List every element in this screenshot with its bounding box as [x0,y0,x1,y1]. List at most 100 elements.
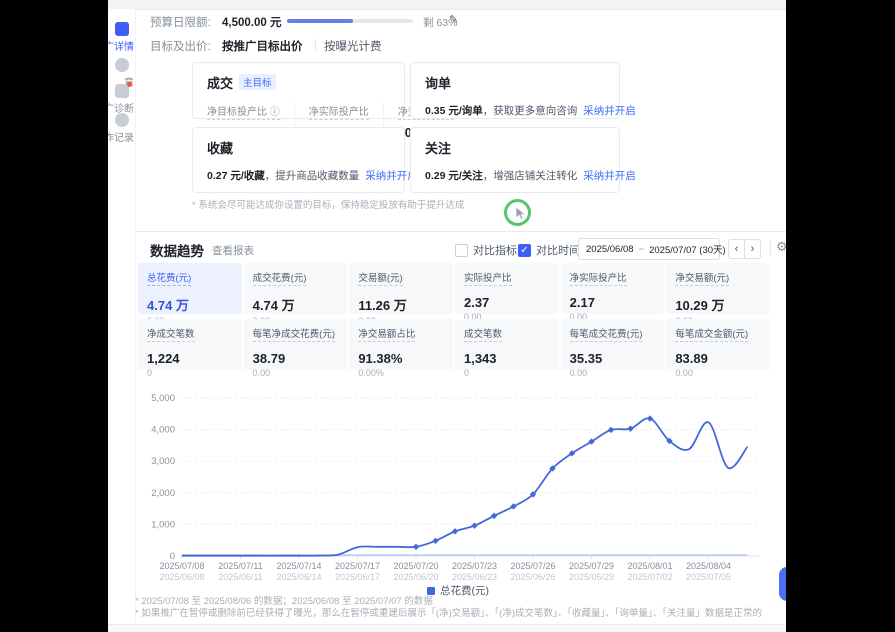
compare-time-label: 对比时间 [536,242,580,258]
floating-side-button[interactable] [779,567,786,601]
data-point-marker [413,544,419,550]
data-point-marker [432,538,438,544]
x-tick-label-primary: 2025/07/17 [335,561,380,571]
checkbox-icon [455,244,468,257]
metric-card-wrap: 每笔成交金额(元) [675,326,761,347]
metric-card[interactable]: 成交花费(元)4.74 万0.00 [244,263,348,314]
metric-card-wrap: 实际投产比 [464,270,550,291]
x-tick-label-primary: 2025/07/26 [510,561,555,571]
x-tick-label-compare: 2025/07/02 [627,572,672,582]
goal-price: 0.35 元/询单 [425,105,483,117]
metric-compare-value: 0.00% [358,368,444,378]
tab-bid-by-impression[interactable]: 按曝光计费 [324,38,382,54]
metric-label[interactable]: 每笔成交花费(元) [570,326,643,342]
date-range-picker[interactable]: 2025/06/08 ~ 2025/07/07 (30天) [578,238,720,260]
metric-card[interactable]: 交易额(元)11.26 万0.00 [349,263,453,314]
metric-label[interactable]: 实际投产比 [464,270,512,286]
metric-value: 91.38% [358,351,444,366]
metric-compare-value: 0.00 [570,368,656,378]
sidebar-item[interactable]: 广诊断 [108,84,135,115]
metric-label[interactable]: 成交花费(元) [253,270,307,286]
settings-gear-icon[interactable]: ⚙ [776,239,786,255]
metric-label[interactable]: 总花费(元) [147,270,191,286]
metric-value: 1,224 [147,351,233,366]
top-toolbar-strip [108,0,786,10]
compare-time-checkbox[interactable]: ✓ 对比时间 [518,242,580,258]
metric-card[interactable]: 净交易额占比91.38%0.00% [349,319,453,370]
x-tick-label-primary: 2025/08/01 [627,561,672,571]
metric-card[interactable]: 净实际投产比2.170.00 [561,263,665,314]
metric-card[interactable]: 净成交笔数1,2240 [138,319,242,370]
metric-label[interactable]: 净交易额占比 [358,326,415,342]
trend-title: 数据趋势 [150,240,204,260]
date-separator: ~ [639,244,645,255]
goal-card-desc: 0.29 元/关注，增强店铺关注转化采纳并开启 [425,168,605,183]
metric-card[interactable]: 每笔净成交花费(元)38.790.00 [244,319,348,370]
x-tick-label-primary: 2025/07/29 [569,561,614,571]
metric-label[interactable]: 每笔净成交花费(元) [253,326,335,342]
goal-card-desc: 0.27 元/收藏，提升商品收藏数量采纳并开启 [207,168,390,183]
metric-card[interactable]: 总花费(元)4.74 万0.00 [138,263,242,314]
metric-label[interactable]: 净交易额(元) [675,270,729,286]
adopt-and-enable-link[interactable]: 采纳并开启 [583,170,636,182]
metric-card[interactable]: 成交笔数1,3430 [455,319,559,370]
bidding-label: 目标及出价: [150,38,211,54]
goal-card-title: 收藏 [207,138,233,157]
footnote-2: * 如果推广在暂停或删除前已经获得了曝光，那么在暂停或重建后展示「(净)交易额」… [135,605,762,619]
sidebar-item[interactable]: 广详情 [108,22,135,53]
daily-budget-label: 预算日限额: [150,14,211,30]
metric-value: 2.37 [464,295,550,310]
campaign-detail-panel: 广详情意广诊断作记录 预算日限额: 4,500.00 元 剩 63% ✎ 目标及… [108,0,786,632]
checkbox-icon: ✓ [518,244,531,257]
metric-card[interactable]: 净交易额(元)10.29 万0.00 [666,263,770,314]
goal-card-3: 收藏 0.27 元/收藏，提升商品收藏数量采纳并开启 [192,127,405,193]
metric-card-wrap: 成交笔数 [464,326,550,347]
metric-label[interactable]: 净成交笔数 [147,326,195,342]
goal-metric-label[interactable]: 净实际投产比 [309,103,369,120]
metric-card[interactable]: 实际投产比2.370.00 [455,263,559,314]
next-period-button[interactable]: › [744,239,761,259]
legend-label: 总花费(元) [440,585,489,597]
edit-budget-icon[interactable]: ✎ [449,13,458,26]
x-tick-label-compare: 2025/07/05 [686,572,731,582]
sidebar-item-label: 作记录 [108,129,134,144]
metric-label[interactable]: 净实际投产比 [570,270,627,286]
view-report-link[interactable]: 查看报表 [212,243,254,258]
goal-card-title: 关注 [425,138,451,157]
metric-card-wrap: 成交花费(元) [253,270,339,291]
metric-card-wrap: 每笔成交花费(元) [570,326,656,347]
compare-metric-checkbox[interactable]: 对比指标 [455,242,517,258]
goal-price: 0.29 元/关注 [425,170,483,182]
data-point-marker [471,522,477,528]
data-point-marker [627,425,633,431]
goal-metric-label[interactable]: 净目标投产比 ⓘ [207,103,280,120]
campaign-detail-icon [115,22,129,36]
x-tick-label-primary: 2025/07/08 [159,561,204,571]
budget-slider[interactable] [287,19,413,23]
metric-value: 4.74 万 [147,295,233,314]
goal-card-title: 成交 [207,73,233,92]
creative-icon [115,58,129,72]
sidebar-item-label: 广详情 [108,38,134,53]
metric-value: 1,343 [464,351,550,366]
y-tick-label: 1,000 [151,519,175,530]
metric-value: 11.26 万 [358,295,444,314]
metric-card[interactable]: 每笔成交金额(元)83.890.00 [666,319,770,370]
metric-label[interactable]: 每笔成交金额(元) [675,326,748,342]
data-point-marker [510,503,516,509]
date-end: 2025/07/07 (30天) [649,242,726,256]
prev-period-button[interactable]: ‹ [728,239,745,259]
metric-compare-value: 0.00 [253,368,339,378]
metric-card-wrap: 净交易额占比 [358,326,444,347]
tab-bid-by-goal[interactable]: 按推广目标出价 [222,38,303,54]
goal-card-2: 询单0.35 元/询单，获取更多意向咨询采纳并开启 [410,62,620,119]
metric-card-wrap: 净实际投产比 [570,270,656,291]
metric-card-grid: 总花费(元)4.74 万0.00成交花费(元)4.74 万0.00交易额(元)1… [138,263,770,370]
metric-label[interactable]: 成交笔数 [464,326,502,342]
metric-card[interactable]: 每笔成交花费(元)35.350.00 [561,319,665,370]
metric-label[interactable]: 交易额(元) [358,270,402,286]
y-tick-label: 4,000 [151,425,175,436]
bottom-strip [108,624,786,632]
sidebar-item[interactable]: 作记录 [108,113,135,144]
adopt-and-enable-link[interactable]: 采纳并开启 [583,105,636,117]
